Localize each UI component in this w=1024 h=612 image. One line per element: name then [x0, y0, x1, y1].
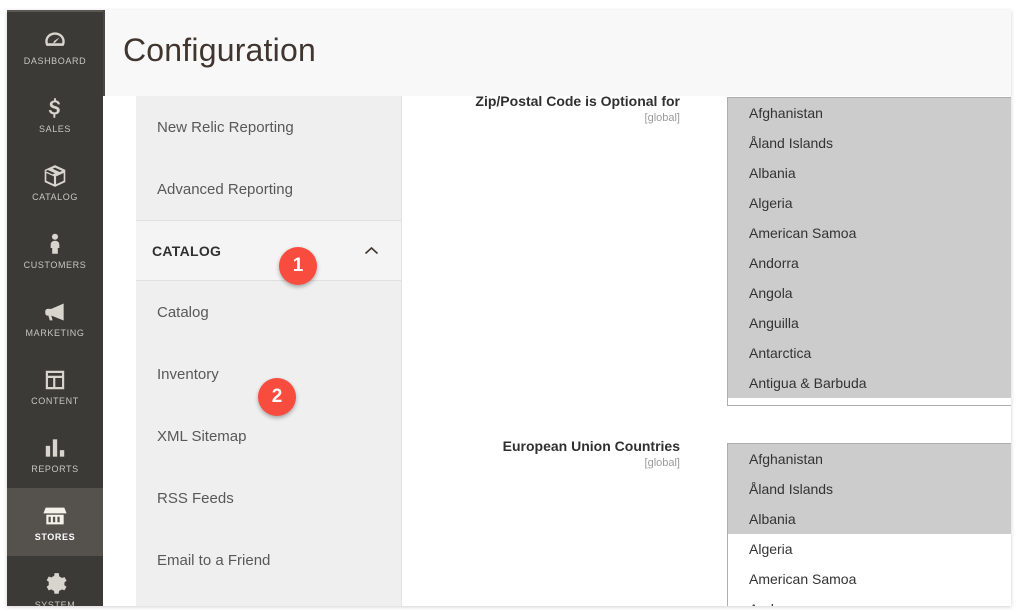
multiselect-option[interactable]: Afghanistan	[728, 98, 1011, 128]
storefront-icon	[42, 503, 68, 529]
field-label: Zip/Postal Code is Optional for [global]	[420, 96, 680, 126]
multiselect-option[interactable]: Åland Islands	[728, 128, 1011, 158]
config-nav-link[interactable]: New Relic Reporting	[136, 96, 401, 158]
rail-item-label: Dashboard	[23, 55, 87, 66]
field-label-text: Zip/Postal Code is Optional for	[475, 96, 680, 109]
config-nav-section-label: CATALOG	[152, 242, 222, 259]
admin-page: Dashboard Sales Catalog Customers Marketing C…	[7, 10, 1011, 606]
rail-item-marketing[interactable]: Marketing	[7, 284, 103, 352]
config-nav-section-catalog[interactable]: CATALOG	[136, 220, 401, 281]
multiselect-option[interactable]: Algeria	[728, 188, 1011, 218]
multiselect-option[interactable]: Angola	[728, 278, 1011, 308]
person-icon	[42, 231, 68, 257]
multiselect-option[interactable]: Antarctica	[728, 338, 1011, 368]
field-scope-note: [global]	[644, 112, 680, 124]
rail-item-dashboard[interactable]: Dashboard	[7, 12, 103, 80]
multiselect-option[interactable]: Algeria	[728, 534, 1011, 564]
country-multiselect[interactable]: Afghanistan Åland Islands Albania Algeria Am…	[727, 443, 1011, 606]
page-title: Configuration	[123, 32, 316, 68]
chevron-up-icon[interactable]	[364, 246, 379, 256]
multiselect-option[interactable]: Albania	[728, 504, 1011, 534]
dashboard-gauge-icon	[42, 27, 68, 53]
multiselect-option[interactable]: Albania	[728, 158, 1011, 188]
megaphone-icon	[42, 299, 68, 325]
configuration-content-area: Zip/Postal Code is Optional for [global] A…	[402, 96, 1011, 606]
rail-item-label: Reports	[31, 463, 79, 474]
config-nav-link[interactable]: Advanced Reporting	[136, 158, 401, 220]
multiselect-option[interactable]: Antigua & Barbuda	[728, 368, 1011, 398]
dollar-sign-icon	[42, 95, 68, 121]
multiselect-option[interactable]: Andorra	[728, 594, 1011, 606]
rail-item-system[interactable]: System	[7, 556, 103, 606]
rail-item-content[interactable]: Content	[7, 352, 103, 420]
box-icon	[42, 163, 68, 189]
config-nav-link[interactable]: RSS Feeds	[136, 467, 401, 529]
multiselect-option[interactable]: American Samoa	[728, 564, 1011, 594]
rail-item-label: Marketing	[25, 327, 85, 338]
multiselect-option[interactable]: American Samoa	[728, 218, 1011, 248]
country-multiselect[interactable]: Afghanistan Åland Islands Albania Algeria Am…	[727, 97, 1011, 406]
rail-item-stores[interactable]: Stores	[7, 488, 103, 556]
multiselect-option[interactable]: Afghanistan	[728, 444, 1011, 474]
rail-item-label: Catalog	[32, 191, 78, 202]
rail-item-customers[interactable]: Customers	[7, 216, 103, 284]
screenshot-root: Dashboard Sales Catalog Customers Marketing C…	[0, 0, 1024, 612]
rail-item-label: Stores	[34, 531, 76, 542]
bar-chart-icon	[42, 435, 68, 461]
rail-item-label: Sales	[38, 123, 72, 134]
configuration-nav-panel: New Relic Reporting Advanced Reporting CAT…	[136, 96, 402, 606]
multiselect-option[interactable]: Åland Islands	[728, 474, 1011, 504]
step-badge-1: 1	[279, 247, 317, 285]
rail-item-label: Content	[31, 395, 79, 406]
config-nav-link[interactable]: Email to a Friend	[136, 529, 401, 591]
field-scope-note: [global]	[644, 457, 680, 469]
rail-item-reports[interactable]: Reports	[7, 420, 103, 488]
gear-icon	[42, 571, 68, 597]
step-badge-2: 2	[258, 378, 296, 416]
config-nav-link[interactable]: Catalog	[136, 281, 401, 343]
multiselect-option[interactable]: Andorra	[728, 248, 1011, 278]
rail-item-sales[interactable]: Sales	[7, 80, 103, 148]
global-sidebar-rail: Dashboard Sales Catalog Customers Marketing C…	[7, 10, 103, 606]
rail-item-label: System	[34, 599, 76, 607]
rail-item-catalog[interactable]: Catalog	[7, 148, 103, 216]
rail-item-label: Customers	[23, 259, 87, 270]
field-label: European Union Countries [global]	[420, 437, 680, 471]
multiselect-option[interactable]: Anguilla	[728, 308, 1011, 338]
layout-panel-icon	[42, 367, 68, 393]
page-header: Configuration	[103, 10, 1011, 96]
field-label-text: European Union Countries	[502, 438, 680, 454]
